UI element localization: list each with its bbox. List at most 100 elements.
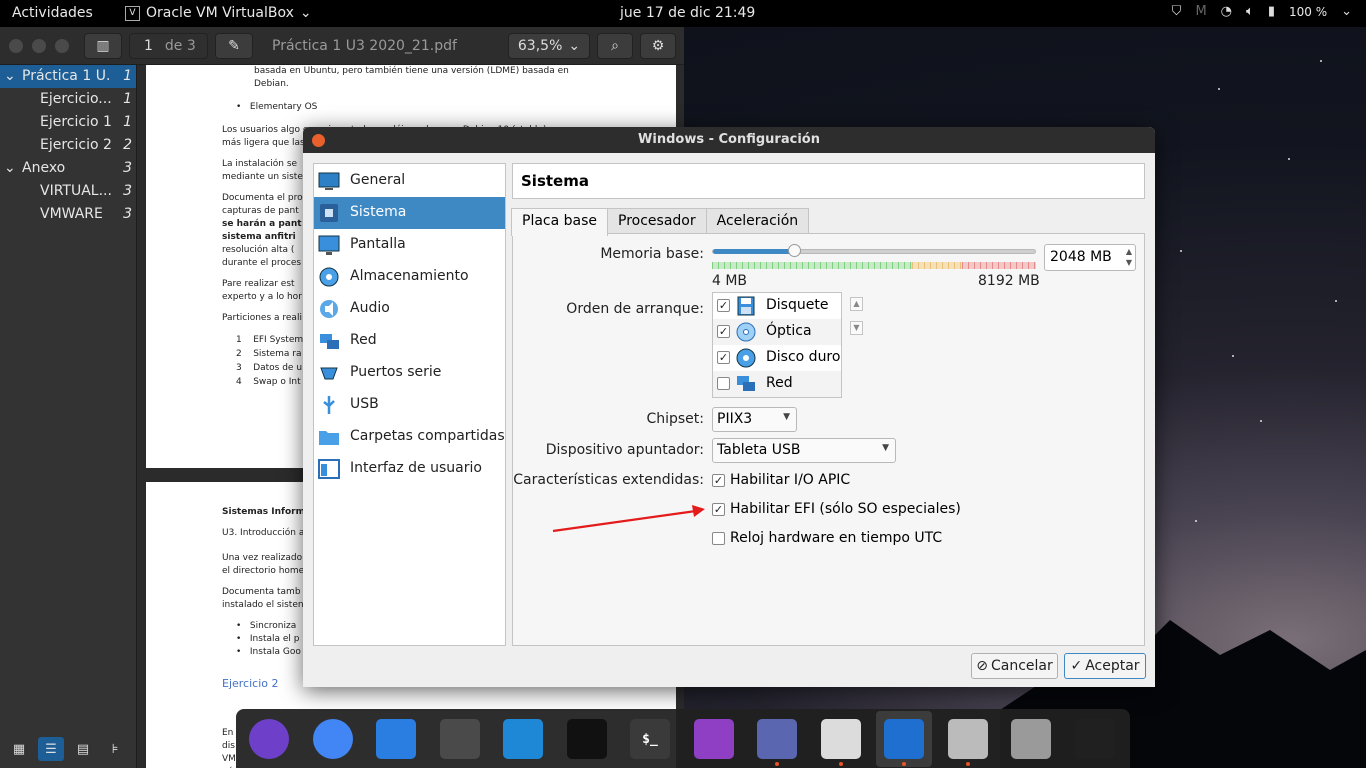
move-up-button[interactable]: ▲	[850, 297, 863, 311]
activities-button[interactable]: Actividades	[12, 5, 93, 21]
sidebar-toggle-button[interactable]: ▥	[84, 33, 122, 59]
zoom-selector[interactable]: 63,5% ⌄	[508, 33, 590, 59]
mail-icon[interactable]: M	[1195, 4, 1206, 19]
outline-item-label: Ejercicio...	[40, 91, 112, 107]
category-puertos-serie[interactable]: Puertos serie	[314, 357, 505, 389]
outline-item[interactable]: ⌄ Práctica 1 U... 1	[0, 65, 136, 88]
move-down-button[interactable]: ▼	[850, 321, 863, 335]
category-interfaz-de-usuario[interactable]: Interfaz de usuario	[314, 453, 505, 485]
boot-item-checkbox[interactable]: ✓	[717, 325, 730, 338]
menu-button[interactable]: ⚙	[640, 33, 676, 59]
category-carpetas-compartidas[interactable]: Carpetas compartidas	[314, 421, 505, 453]
boot-item-checkbox[interactable]	[717, 377, 730, 390]
dock: $_	[236, 709, 1130, 768]
annotate-button[interactable]: ✎	[215, 33, 253, 59]
app-grid-icon[interactable]	[1074, 718, 1116, 760]
memory-spinbox[interactable]: 2048 MB ▲ ▼	[1044, 244, 1136, 271]
text-line: Pare realizar est	[222, 279, 295, 289]
maximize-window-button[interactable]	[55, 39, 69, 53]
category-sistema[interactable]: Sistema	[314, 197, 505, 229]
power-menu-chevron-icon[interactable]: ⌄	[1341, 4, 1352, 19]
trash-icon[interactable]	[1010, 718, 1052, 760]
dropdown-caret-icon: ▼	[882, 443, 889, 453]
cancel-button[interactable]: ⊘ Cancelar	[971, 653, 1058, 679]
outline-item[interactable]: Ejercicio 2 2	[0, 134, 136, 157]
layers-mode-button[interactable]: ⊧	[102, 737, 128, 761]
vscode-icon[interactable]	[502, 718, 544, 760]
star	[1320, 60, 1322, 62]
document-viewer-icon[interactable]	[820, 718, 862, 760]
battery-icon[interactable]: ▮	[1268, 4, 1275, 19]
app-menu[interactable]: V Oracle VM VirtualBox ⌄	[125, 5, 312, 21]
file-cabinet-icon[interactable]	[756, 718, 798, 760]
checkbox-box[interactable]: ✓	[712, 474, 725, 487]
boot-item[interactable]: ✓ Disco duro	[713, 345, 841, 371]
category-audio[interactable]: Audio	[314, 293, 505, 325]
boot-item[interactable]: ✓ Óptica	[713, 319, 841, 345]
boot-item-checkbox[interactable]: ✓	[717, 351, 730, 364]
tab-processor[interactable]: Procesador	[607, 208, 707, 234]
search-button[interactable]: ⌕	[597, 33, 633, 59]
clock[interactable]: jue 17 de dic 21:49	[620, 5, 755, 21]
pointing-device-combo[interactable]: Tableta USB ▼	[712, 438, 896, 463]
app-menu-label: Oracle VM VirtualBox	[146, 5, 294, 21]
boot-item[interactable]: Red	[713, 371, 841, 397]
spin-down-icon[interactable]: ▼	[1126, 258, 1132, 267]
category-red[interactable]: Red	[314, 325, 505, 357]
extended-option-checkbox[interactable]: ✓ Habilitar EFI (sólo SO especiales)	[712, 501, 1012, 519]
chevron-expand-icon[interactable]: ⌄	[4, 160, 16, 176]
system-tray[interactable]: ⛉ M ◔ 🔈︎ ▮ 100 % ⌄	[1172, 4, 1352, 19]
checkbox-box[interactable]: ✓	[712, 503, 725, 516]
chrome-icon[interactable]	[312, 718, 354, 760]
display-icon	[318, 234, 340, 256]
tasks-icon[interactable]	[693, 718, 735, 760]
annotations-mode-button[interactable]: ▤	[70, 737, 96, 761]
shield-icon[interactable]: ⛉	[1172, 4, 1182, 19]
dialog-title-bar[interactable]: Windows - Configuración	[303, 127, 1155, 153]
minimize-window-button[interactable]	[32, 39, 46, 53]
page-selector[interactable]: 1 de 3	[129, 33, 208, 59]
checkbox-box[interactable]	[712, 532, 725, 545]
list-icon: ☰	[45, 741, 57, 757]
outline-item[interactable]: VMWARE 3	[0, 203, 136, 226]
tab-label: Placa base	[522, 213, 598, 229]
viewer-header-bar: ▥ 1 de 3 ✎ Práctica 1 U3 2020_21.pdf 63,…	[0, 27, 684, 65]
category-usb[interactable]: USB	[314, 389, 505, 421]
page-number-input[interactable]: 1	[144, 38, 153, 54]
memory-slider-handle[interactable]	[787, 244, 801, 257]
close-window-button[interactable]	[9, 39, 23, 53]
category-pantalla[interactable]: Pantalla	[314, 229, 505, 261]
memory-slider[interactable]	[712, 244, 1036, 257]
extended-option-checkbox[interactable]: ✓ Habilitar I/O APIC	[712, 472, 1012, 490]
terminal-icon[interactable]: $_	[629, 718, 671, 760]
category-general[interactable]: General	[314, 165, 505, 197]
outline-item[interactable]: Ejercicio 1 1	[0, 111, 136, 134]
thumbnails-mode-button[interactable]: ▦	[6, 737, 32, 761]
github-desktop-icon[interactable]	[248, 718, 290, 760]
boot-item[interactable]: ✓ Disquete	[713, 293, 841, 319]
ok-button[interactable]: ✓ Aceptar	[1064, 653, 1146, 679]
outline-item[interactable]: VIRTUAL... 3	[0, 180, 136, 203]
category-almacenamiento[interactable]: Almacenamiento	[314, 261, 505, 293]
chipset-combo[interactable]: PIIX3 ▼	[712, 407, 797, 432]
tab-motherboard[interactable]: Placa base	[511, 208, 609, 236]
wifi-icon[interactable]: ◔	[1221, 4, 1232, 19]
category-label: Pantalla	[350, 236, 406, 252]
settings-app-icon[interactable]	[439, 718, 481, 760]
spin-up-icon[interactable]: ▲	[1126, 247, 1132, 256]
outline-mode-button[interactable]: ☰	[38, 737, 64, 761]
chevron-expand-icon[interactable]: ⌄	[4, 68, 16, 84]
text-editor-icon[interactable]	[375, 718, 417, 760]
volume-icon[interactable]: 🔈︎	[1246, 4, 1254, 19]
text-line: capturas de pant	[222, 206, 299, 216]
boot-item-checkbox[interactable]: ✓	[717, 299, 730, 312]
close-dialog-button[interactable]	[312, 134, 325, 147]
tab-acceleration[interactable]: Aceleración	[705, 208, 810, 234]
outline-item[interactable]: Ejercicio... 1	[0, 88, 136, 111]
extended-option-checkbox[interactable]: Reloj hardware en tiempo UTC	[712, 530, 1012, 548]
virtualbox-icon[interactable]	[876, 711, 932, 767]
hard-disk-icon	[735, 347, 757, 369]
disk-utility-icon[interactable]	[947, 718, 989, 760]
outline-item[interactable]: ⌄ Anexo 3	[0, 157, 136, 180]
intellij-icon[interactable]	[566, 718, 608, 760]
